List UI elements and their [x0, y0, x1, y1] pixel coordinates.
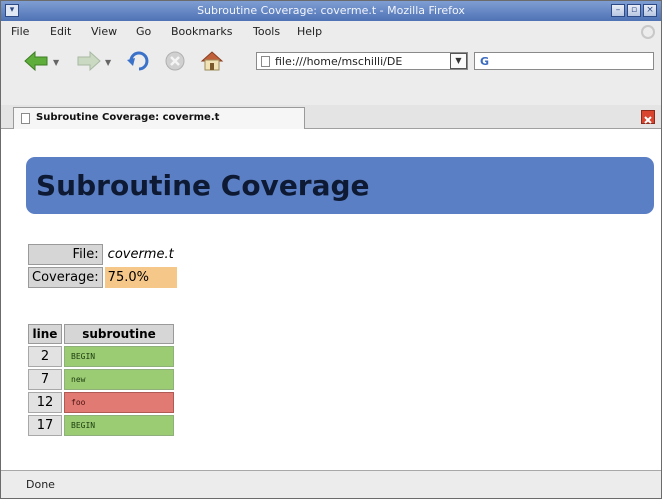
- page-title: Subroutine Coverage: [36, 169, 370, 202]
- line-number: 7: [28, 369, 62, 390]
- coverage-label: Coverage:: [28, 267, 103, 288]
- line-number: 17: [28, 415, 62, 436]
- address-bar[interactable]: file:///home/mschilli/DE: [256, 52, 468, 70]
- tab-strip: Subroutine Coverage: coverme.t: [1, 105, 661, 129]
- search-engine-icon[interactable]: G: [480, 55, 489, 68]
- tab-subroutine-coverage[interactable]: Subroutine Coverage: coverme.t: [13, 107, 305, 129]
- url-input[interactable]: file:///home/mschilli/DE: [275, 55, 402, 68]
- file-info-table: File: coverme.t Coverage: 75.0%: [26, 242, 179, 290]
- page-content: Subroutine Coverage File: coverme.t Cove…: [1, 129, 661, 470]
- tab-page-icon: [21, 113, 30, 124]
- url-history-dropdown-button[interactable]: ▼: [450, 53, 467, 69]
- subroutine-name: new: [64, 369, 174, 390]
- menu-bookmarks[interactable]: Bookmarks: [171, 25, 232, 38]
- menu-edit[interactable]: Edit: [50, 25, 71, 38]
- line-number: 12: [28, 392, 62, 413]
- table-row: 12 foo: [28, 392, 174, 413]
- title-bar: ▾ Subroutine Coverage: coverme.t - Mozil…: [1, 1, 661, 21]
- subroutine-name: BEGIN: [64, 415, 174, 436]
- stop-icon[interactable]: [163, 50, 187, 72]
- status-text: Done: [26, 478, 55, 491]
- navigation-toolbar: ▼ ▼ file:///home/mschilli/DE ▼ G: [1, 43, 661, 77]
- table-header-row: line subroutine: [28, 324, 174, 344]
- menu-file[interactable]: File: [11, 25, 29, 38]
- close-tab-icon[interactable]: [641, 110, 655, 124]
- menu-help[interactable]: Help: [297, 25, 322, 38]
- table-row: 2 BEGIN: [28, 346, 174, 367]
- close-window-button[interactable]: ×: [643, 4, 657, 17]
- menu-tools[interactable]: Tools: [253, 25, 280, 38]
- table-row: 17 BEGIN: [28, 415, 174, 436]
- home-icon[interactable]: [199, 50, 225, 72]
- subroutine-name: BEGIN: [64, 346, 174, 367]
- reload-icon[interactable]: [126, 50, 152, 72]
- maximize-button[interactable]: ▫: [627, 4, 641, 17]
- table-row: 7 new: [28, 369, 174, 390]
- menu-view[interactable]: View: [91, 25, 117, 38]
- file-value: coverme.t: [104, 244, 177, 265]
- back-arrow-icon[interactable]: [23, 50, 49, 72]
- line-number: 2: [28, 346, 62, 367]
- menu-bar: File Edit View Go Bookmarks Tools Help: [1, 21, 661, 43]
- tab-label: Subroutine Coverage: coverme.t: [36, 112, 220, 123]
- column-header-subroutine: subroutine: [64, 324, 174, 344]
- coverage-value: 75.0%: [104, 267, 177, 288]
- minimize-button[interactable]: –: [611, 4, 625, 17]
- file-row: File: coverme.t: [28, 244, 177, 265]
- forward-history-dropdown-icon[interactable]: ▼: [105, 58, 111, 67]
- activity-throbber-icon: [641, 25, 655, 39]
- window-title: Subroutine Coverage: coverme.t - Mozilla…: [197, 4, 465, 17]
- coverage-row: Coverage: 75.0%: [28, 267, 177, 288]
- subroutine-name: foo: [64, 392, 174, 413]
- menu-go[interactable]: Go: [136, 25, 151, 38]
- page-icon: [261, 56, 270, 67]
- browser-window: ▾ Subroutine Coverage: coverme.t - Mozil…: [0, 0, 662, 499]
- subroutine-table: line subroutine 2 BEGIN 7 new 12 foo 17 …: [26, 322, 176, 438]
- file-label: File:: [28, 244, 103, 265]
- status-bar: Done: [1, 470, 661, 498]
- heading-banner: Subroutine Coverage: [26, 157, 654, 214]
- back-history-dropdown-icon[interactable]: ▼: [53, 58, 59, 67]
- forward-arrow-icon[interactable]: [76, 50, 102, 72]
- search-box[interactable]: G: [474, 52, 654, 70]
- column-header-line: line: [28, 324, 62, 344]
